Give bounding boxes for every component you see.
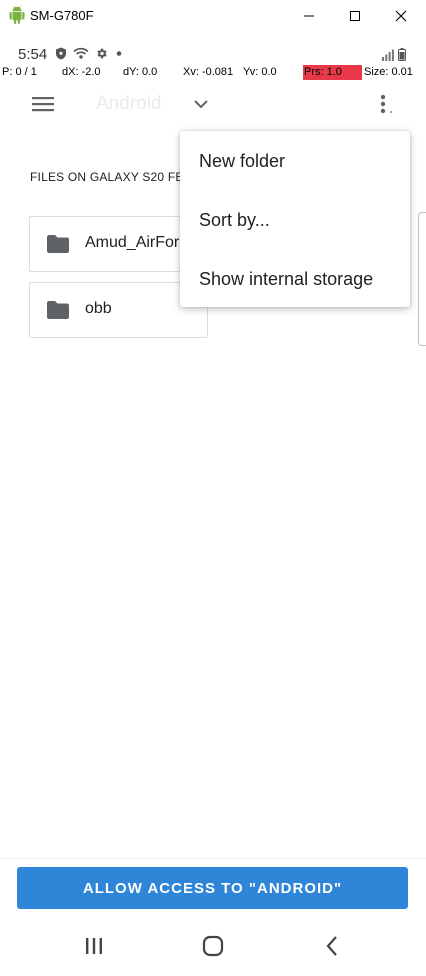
menu-item-sort-by[interactable]: Sort by...	[199, 210, 270, 231]
divider	[0, 858, 426, 859]
close-icon	[395, 10, 407, 22]
minimize-button[interactable]	[286, 0, 332, 32]
chevron-down-icon[interactable]	[190, 93, 212, 115]
folder-icon	[47, 235, 69, 253]
minimize-icon	[304, 15, 314, 17]
shield-icon	[56, 47, 66, 60]
debug-pointer-count: P: 0 / 1	[2, 66, 37, 78]
section-label: FILES ON GALAXY S20 FE	[30, 170, 180, 184]
home-icon[interactable]	[201, 934, 225, 958]
status-time: 5:54	[18, 46, 48, 63]
allow-access-button[interactable]: ALLOW ACCESS TO "ANDROID"	[17, 867, 408, 909]
android-icon	[9, 6, 25, 24]
battery-icon	[398, 48, 406, 61]
folder-icon	[47, 301, 69, 319]
debug-yv: Yv: 0.0	[243, 66, 277, 78]
pointer-debug-overlay: P: 0 / 1 dX: -2.0 dY: 0.0 Xv: -0.081 Yv:…	[0, 65, 426, 81]
debug-xv: Xv: -0.081	[183, 66, 234, 78]
status-icons	[55, 47, 124, 60]
recents-icon[interactable]	[84, 936, 104, 956]
signal-icon	[382, 49, 394, 61]
close-button[interactable]	[378, 0, 424, 32]
window-titlebar: SM-G780F	[0, 0, 426, 32]
back-icon[interactable]	[323, 935, 341, 957]
folder-title[interactable]: Android	[96, 93, 162, 115]
debug-size: Size: 0.01	[364, 66, 413, 78]
maximize-button[interactable]	[332, 0, 378, 32]
nav-bar	[0, 920, 426, 972]
gear-icon	[97, 48, 107, 59]
hamburger-menu-icon[interactable]	[28, 92, 58, 116]
debug-pressure: Prs: 1.0	[303, 65, 362, 80]
wifi-icon	[73, 47, 89, 59]
more-vert-icon[interactable]	[374, 92, 396, 118]
window-title: SM-G780F	[30, 8, 94, 23]
screen: SM-G780F 5:54 P: 0 / 1 dX: -2.0 dY: 0.0 …	[0, 0, 426, 976]
folder-name: obb	[85, 300, 112, 317]
partial-card-edge	[418, 212, 426, 346]
debug-dx: dX: -2.0	[62, 66, 101, 78]
app-toolbar: Android	[0, 84, 426, 126]
menu-item-show-internal-storage[interactable]: Show internal storage	[199, 269, 373, 290]
maximize-icon	[350, 11, 360, 21]
status-right-icons	[382, 48, 406, 61]
debug-dy: dY: 0.0	[123, 66, 158, 78]
overflow-menu: New folder Sort by... Show internal stor…	[180, 131, 410, 307]
menu-item-new-folder[interactable]: New folder	[199, 151, 285, 172]
status-bar: 5:54	[0, 44, 426, 66]
dot-icon	[116, 51, 122, 56]
